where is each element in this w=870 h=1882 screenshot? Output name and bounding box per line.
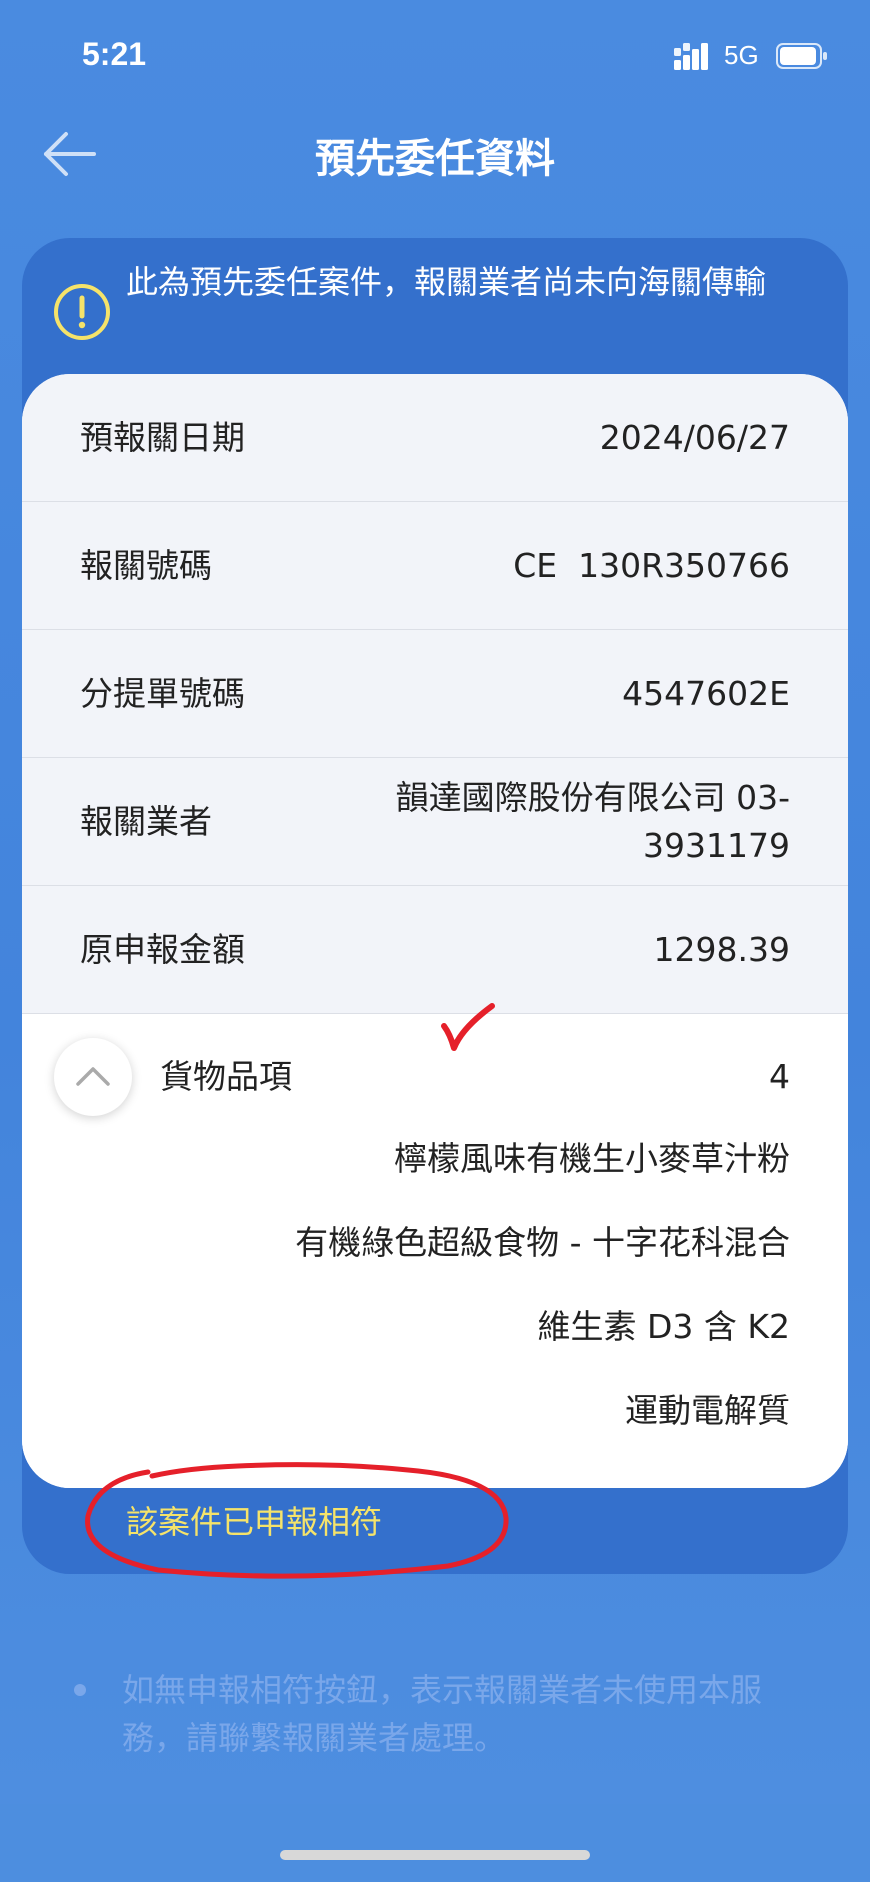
detail-value: 1298.39 <box>653 930 790 969</box>
collapse-button[interactable] <box>54 1038 132 1116</box>
detail-label: 分提單號碼 <box>80 674 245 713</box>
footnote-text: 如無申報相符按鈕，表示報關業者未使用本服務，請聯繫報關業者處理。 <box>122 1671 763 1757</box>
signal-icon <box>674 43 708 70</box>
detail-row-broker: 報關業者 韻達國際股份有限公司 03-3931179 <box>22 758 848 886</box>
detail-value: 2024/06/27 <box>599 418 790 457</box>
detail-value: 4547602E <box>622 674 790 713</box>
goods-item: 運動電解質 <box>625 1391 790 1430</box>
detail-label: 預報關日期 <box>80 418 245 457</box>
bullet-icon <box>74 1684 86 1696</box>
goods-label: 貨物品項 <box>160 1057 292 1096</box>
case-card: 此為預先委任案件，報關業者尚未向海關傳輸 預報關日期 2024/06/27 報關… <box>22 238 848 1579</box>
detail-label: 原申報金額 <box>80 930 245 969</box>
handwritten-circle-icon <box>85 1462 509 1579</box>
battery-icon <box>776 43 827 69</box>
chevron-up-icon <box>76 1067 110 1086</box>
network-type: 5G <box>724 40 759 70</box>
goods-item: 有機綠色超級食物 - 十字花科混合 <box>295 1223 790 1262</box>
detail-row-date: 預報關日期 2024/06/27 <box>22 374 848 502</box>
goods-item: 檸檬風味有機生小麥草汁粉 <box>394 1139 790 1178</box>
warning-icon <box>54 284 110 340</box>
page-title: 預先委任資料 <box>315 136 555 182</box>
goods-count: 4 <box>769 1057 790 1096</box>
goods-section: 貨物品項 4 檸檬風味有機生小麥草汁粉 有機綠色超級食物 - 十字花科混合 維生… <box>22 1016 848 1488</box>
status-bar: 5:21 5G <box>0 0 870 110</box>
detail-label: 報關號碼 <box>80 546 212 585</box>
detail-value: 韻達國際股份有限公司 03-3931179 <box>395 778 790 865</box>
handwritten-check-icon <box>441 1003 495 1051</box>
goods-item: 維生素 D3 含 K2 <box>537 1307 790 1346</box>
detail-row-amount: 原申報金額 1298.39 <box>22 886 848 1014</box>
status-time: 5:21 <box>82 36 147 72</box>
detail-row-declaration-no: 報關號碼 CE 130R350766 <box>22 502 848 630</box>
footnote: 如無申報相符按鈕，表示報關業者未使用本服務，請聯繫報關業者處理。 <box>74 1666 814 1762</box>
notice-text: 此為預先委任案件，報關業者尚未向海關傳輸 <box>126 263 767 301</box>
detail-value: CE 130R350766 <box>513 546 790 585</box>
home-indicator[interactable] <box>280 1850 590 1860</box>
bottom-band <box>0 1804 870 1882</box>
details-card: 預報關日期 2024/06/27 報關號碼 CE 130R350766 分提單號… <box>22 374 848 1488</box>
detail-label: 報關業者 <box>80 802 212 841</box>
detail-row-house-bill: 分提單號碼 4547602E <box>22 630 848 758</box>
